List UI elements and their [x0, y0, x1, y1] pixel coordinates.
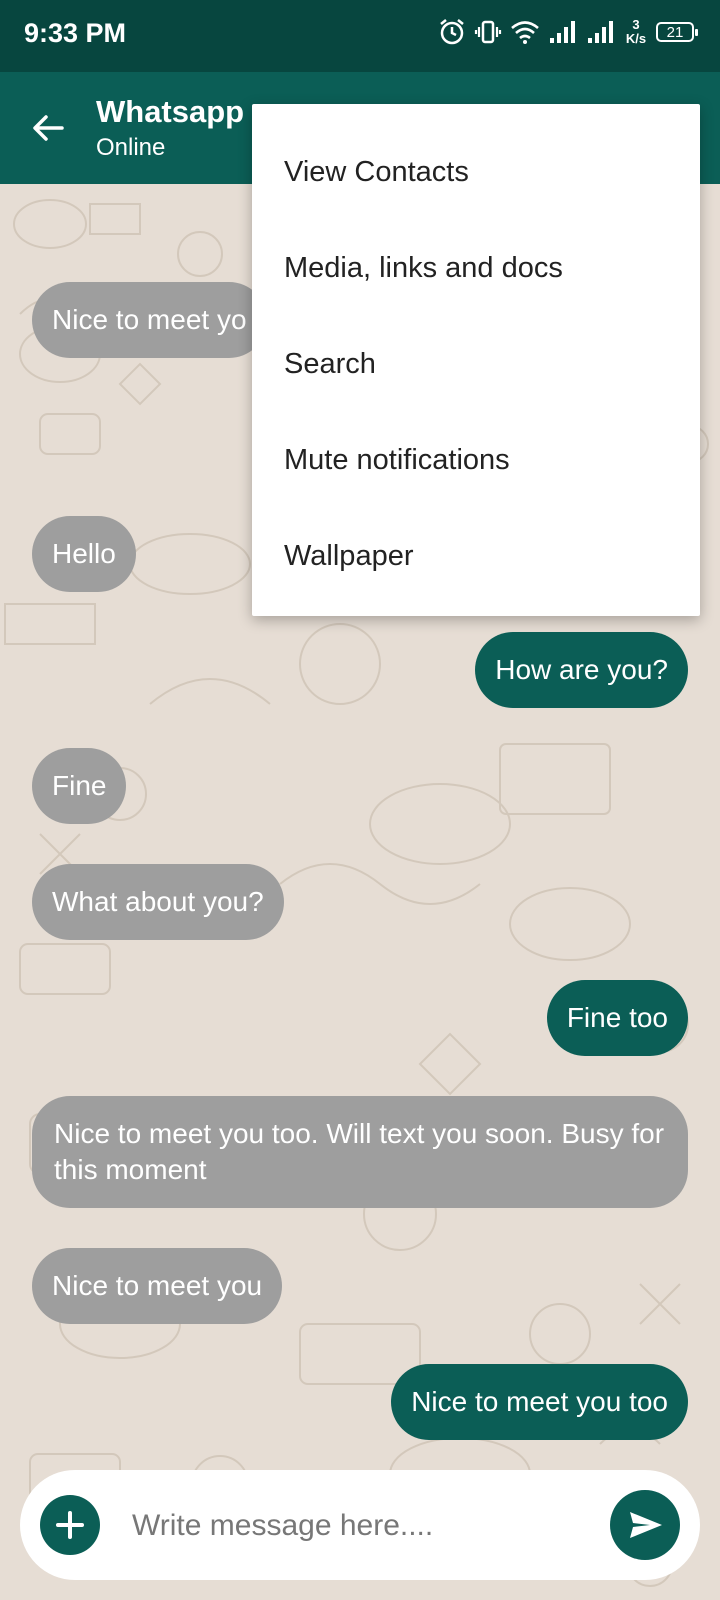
overflow-menu: View Contacts Media, links and docs Sear… — [252, 104, 700, 616]
message-incoming[interactable]: Nice to meet you too. Will text you soon… — [32, 1096, 688, 1208]
message-incoming[interactable]: Fine — [32, 748, 127, 824]
message-outgoing[interactable]: Fine too — [546, 980, 688, 1056]
menu-item-media-links-docs[interactable]: Media, links and docs — [252, 220, 700, 316]
message-incoming[interactable]: What about you? — [32, 864, 284, 940]
menu-item-wallpaper[interactable]: Wallpaper — [252, 508, 700, 604]
message-incoming[interactable]: Nice to meet you — [32, 1248, 283, 1324]
plus-icon — [56, 1511, 84, 1539]
add-attachment-button[interactable] — [40, 1495, 100, 1555]
arrow-left-icon[interactable] — [28, 108, 68, 148]
status-time: 9:33 PM — [24, 18, 127, 48]
message-incoming[interactable]: Nice to meet yo — [32, 282, 267, 358]
message-composer — [20, 1470, 700, 1580]
message-outgoing[interactable]: How are you? — [475, 632, 688, 708]
network-speed-unit: K/s — [625, 31, 647, 46]
signal-icon — [548, 20, 578, 44]
signal-icon-2 — [586, 20, 616, 44]
network-speed-value: 3 — [632, 17, 640, 32]
vibrate-icon — [474, 18, 502, 46]
status-bar: 9:33 PM 3 K/s 21 — [0, 0, 720, 72]
status-icons: 3 K/s 21 — [438, 18, 698, 46]
chat-status: Online — [96, 134, 166, 161]
menu-item-view-contacts[interactable]: View Contacts — [252, 124, 700, 220]
chat-title: Whatsapp u — [96, 94, 272, 129]
message-outgoing[interactable]: Nice to meet you too — [391, 1364, 688, 1440]
wifi-icon — [510, 19, 540, 45]
alarm-icon — [438, 18, 466, 46]
battery-level: 21 — [666, 23, 684, 41]
battery-icon: 21 — [656, 22, 698, 42]
message-input[interactable] — [130, 1500, 604, 1552]
network-speed: 3 K/s — [624, 18, 648, 46]
menu-item-mute-notifications[interactable]: Mute notifications — [252, 412, 700, 508]
menu-item-search[interactable]: Search — [252, 316, 700, 412]
message-incoming[interactable]: Hello — [32, 516, 136, 592]
send-button[interactable] — [610, 1490, 680, 1560]
send-icon — [630, 1512, 662, 1538]
